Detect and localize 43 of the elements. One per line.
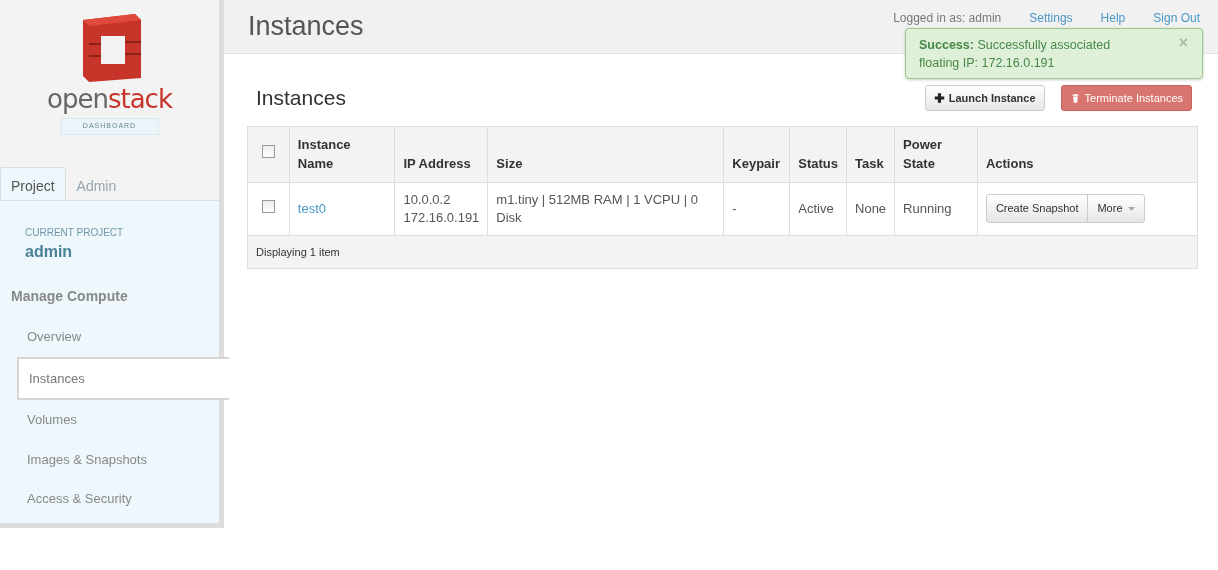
- column-header: Power State: [894, 126, 978, 182]
- plus-icon: [933, 91, 945, 104]
- column-header: Size: [487, 126, 724, 182]
- logo-wordmark: openstack: [47, 86, 172, 112]
- page-title: Instances: [256, 85, 346, 111]
- column-header: Status: [789, 126, 847, 182]
- more-button[interactable]: More: [1087, 195, 1144, 222]
- column-header: Task: [846, 126, 895, 182]
- table-cell: -: [723, 182, 790, 235]
- snapshot-button[interactable]: Create Snapshot: [986, 195, 1088, 222]
- dashboard-tab[interactable]: Admin: [65, 167, 128, 200]
- user-status: Logged in as: admin: [893, 10, 1002, 27]
- instance-link[interactable]: test0: [297, 200, 327, 216]
- sidebar-item[interactable]: Access & Security: [0, 479, 219, 519]
- column-header: Keypair: [723, 126, 790, 182]
- checkbox[interactable]: [261, 199, 275, 213]
- section-heading: Manage Compute: [10, 287, 129, 306]
- sidebar-item[interactable]: Volumes: [0, 400, 219, 440]
- page-header-title: Instances: [248, 10, 364, 44]
- terminate-button[interactable]: Terminate Instances: [1060, 84, 1192, 111]
- header-link[interactable]: Help: [1100, 9, 1126, 27]
- alert-message: Success: Successfully associated floating IP: 172.16.0.191: [919, 38, 1111, 70]
- caret-icon: [1127, 206, 1135, 211]
- header-link[interactable]: Settings: [1029, 9, 1073, 27]
- sidebar-item[interactable]: Overview: [0, 317, 219, 357]
- table-cell: None: [846, 182, 895, 235]
- table-cell: Running: [894, 182, 978, 235]
- launch-button[interactable]: Launch Instance: [924, 84, 1045, 111]
- trash-icon: [1069, 91, 1081, 104]
- table-cell: Active: [789, 182, 847, 235]
- table-cell: 10.0.0.2 172.16.0.191: [394, 182, 488, 235]
- sidebar-item[interactable]: Instances: [17, 356, 229, 400]
- column-header: Actions: [977, 126, 1198, 182]
- project-name: admin: [24, 242, 74, 262]
- column-header: Instance Name: [289, 126, 395, 182]
- dashboard-tab[interactable]: Project: [0, 167, 66, 200]
- header-link[interactable]: Sign Out: [1153, 9, 1200, 27]
- table-cell: m1.tiny | 512MB RAM | 1 VCPU | 0 Disk: [487, 182, 724, 235]
- table-footer-text: Displaying 1 item: [256, 245, 340, 258]
- checkbox[interactable]: [261, 145, 275, 159]
- sidebar-item[interactable]: Images & Snapshots: [0, 439, 219, 479]
- column-header: IP Address: [394, 126, 488, 182]
- project-caption: CURRENT PROJECT: [24, 226, 125, 240]
